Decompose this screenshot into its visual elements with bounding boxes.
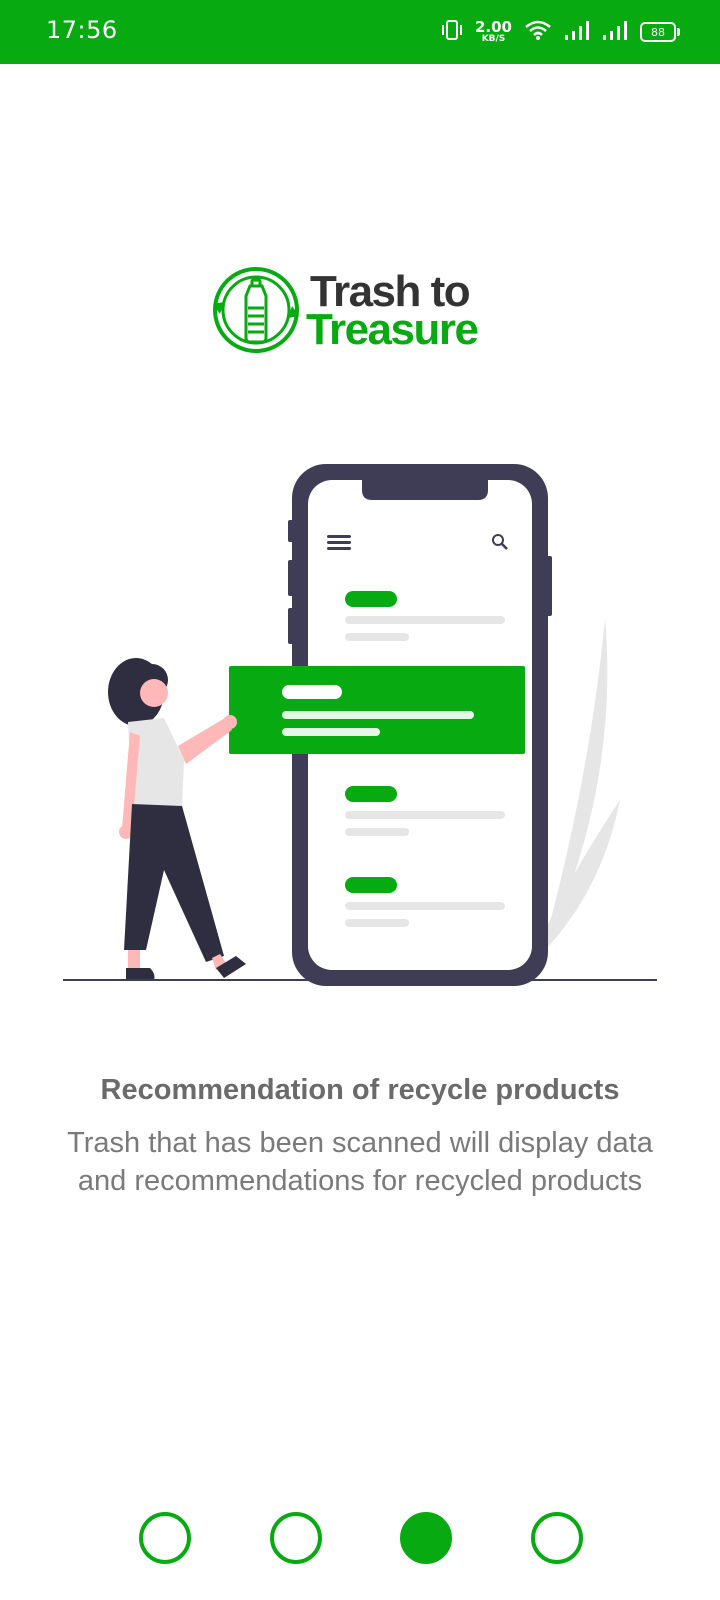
onboarding-description: Trash that has been scanned will display… [67,1127,653,1197]
person-figure [108,658,246,980]
network-speed: 2.00 KB/S [474,18,512,44]
signal-icon [564,19,590,46]
app-logo: Trash to Treasure [210,264,510,360]
logo-text-line2: Treasure [306,305,479,354]
status-bar: 17:56 2.00 KB/S 88 [0,0,720,64]
page-dot-3[interactable] [400,1512,452,1564]
onboarding-illustration [63,464,657,986]
status-time: 17:56 [46,16,118,44]
page-dot-1[interactable] [139,1512,191,1564]
page-indicator [0,1512,720,1564]
page-dot-2[interactable] [270,1512,322,1564]
wifi-icon [524,19,552,46]
battery-icon: 88 [640,22,680,42]
recycle-bottle-icon [213,267,299,353]
vibrate-icon [441,18,463,47]
page-dot-4[interactable] [531,1512,583,1564]
status-icons: 2.00 KB/S 88 [441,14,680,50]
onboarding-screen: 17:56 2.00 KB/S 88 Trash to Treasure Rec… [0,0,720,1600]
menu-icon [327,535,351,550]
signal-icon [602,19,628,46]
onboarding-headline: Recommendation of recycle products [100,1074,620,1106]
highlighted-card [229,666,525,754]
